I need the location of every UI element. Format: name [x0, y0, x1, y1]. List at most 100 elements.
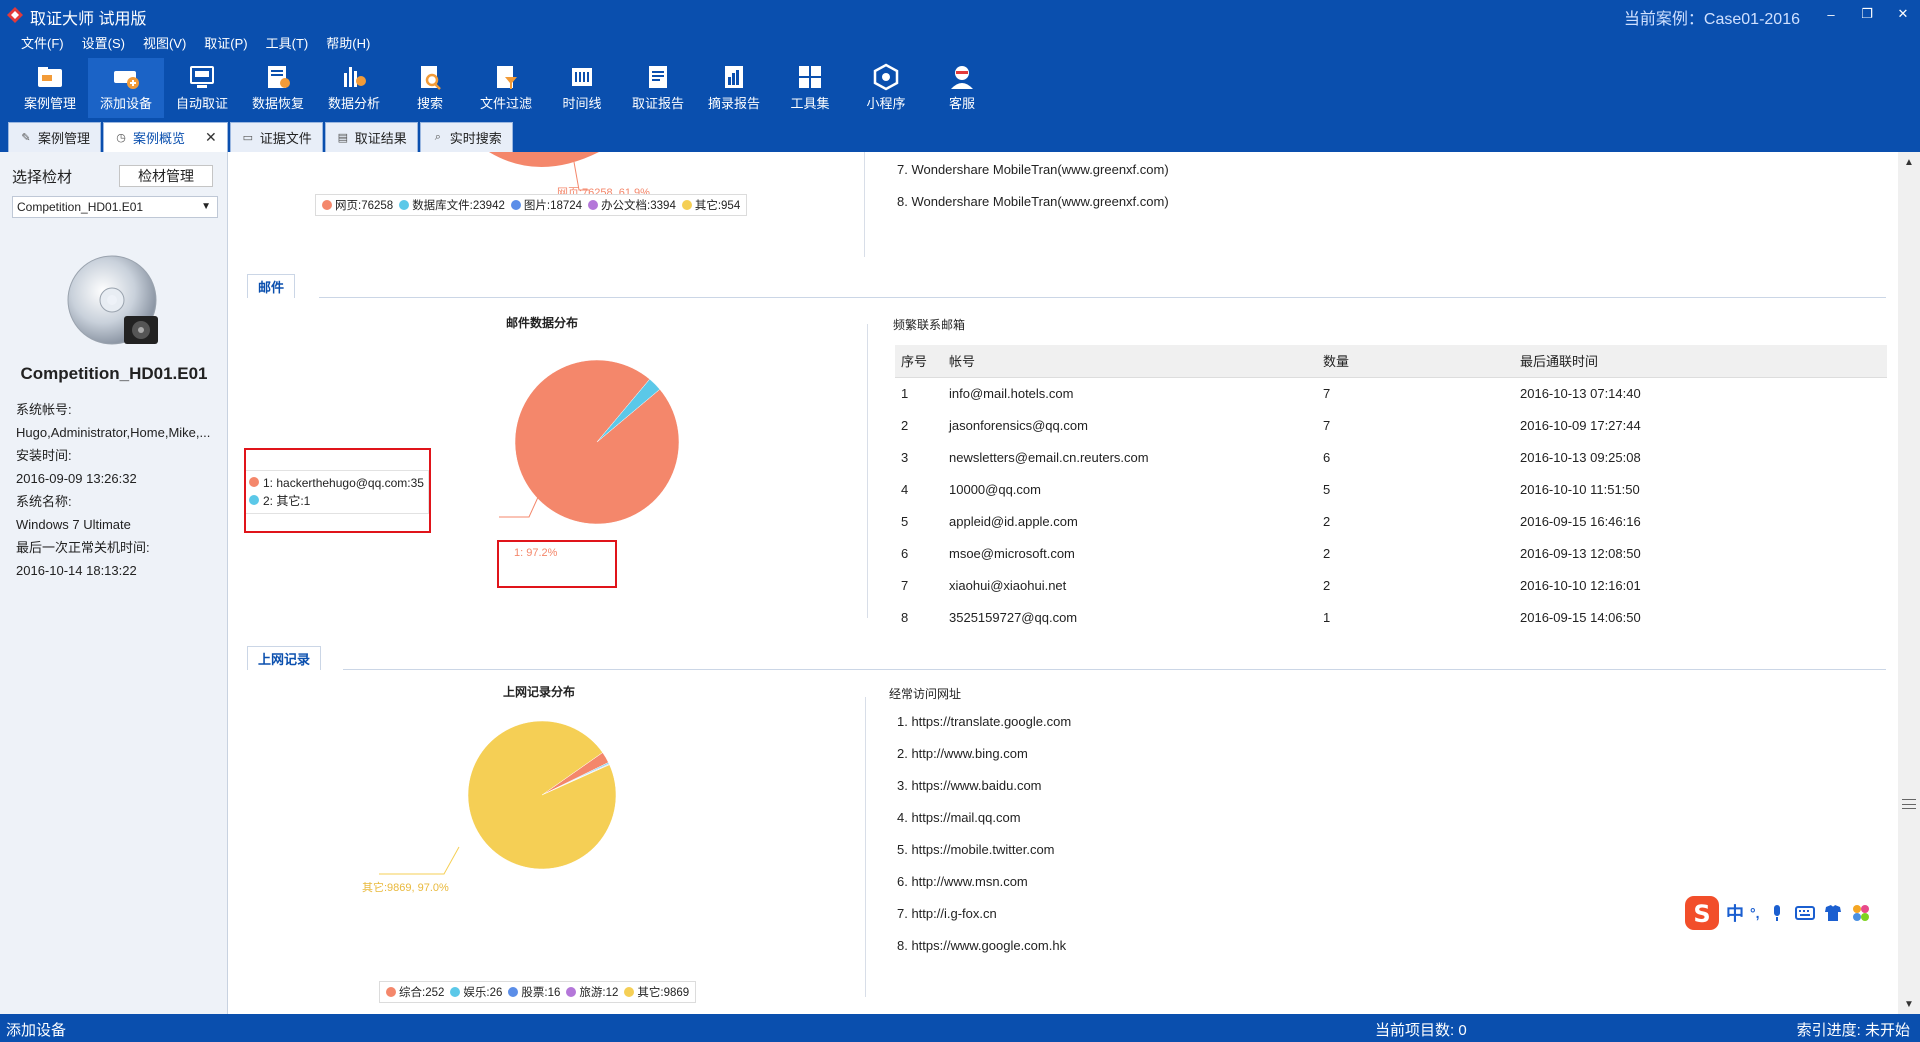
url-item[interactable]: 3. https://www.baidu.com: [897, 770, 1071, 802]
skin-icon[interactable]: [1822, 902, 1844, 924]
column-divider: [867, 324, 868, 618]
minimize-button[interactable]: –: [1820, 3, 1842, 25]
info-value: 2016-10-14 18:13:22: [16, 563, 137, 578]
toolbar-toolset-button[interactable]: 工具集: [772, 58, 848, 118]
ime-toolbar[interactable]: S 中 °,: [1684, 893, 1906, 933]
table-row[interactable]: 3 newsletters@email.cn.reuters.com 6 2016-1…: [895, 441, 1887, 473]
toolbar-add-device-button[interactable]: 添加设备: [88, 58, 164, 118]
results-icon: ▤: [337, 132, 348, 144]
toolbar-excerpt-report-button[interactable]: 摘录报告: [696, 58, 772, 118]
web-section-tab[interactable]: 上网记录: [247, 646, 322, 670]
table-row[interactable]: 2 jasonforensics@qq.com 7 2016-10-09 17:27:…: [895, 409, 1887, 441]
evidence-manage-button[interactable]: 检材管理: [119, 165, 213, 187]
url-item[interactable]: 1. https://translate.google.com: [897, 706, 1071, 738]
toolbar-data-recovery-button[interactable]: 数据恢复: [240, 58, 316, 118]
menu-view[interactable]: 视图(V): [134, 30, 195, 58]
tab-close-icon[interactable]: ✕: [205, 129, 217, 146]
table-row[interactable]: 6 msoe@microsoft.com 2 2016-09-13 12:08:50: [895, 537, 1887, 569]
tab-label: 实时搜索: [449, 131, 502, 146]
toolbar-label: 添加设备: [99, 96, 152, 111]
tab-forensics-results[interactable]: ▤ 取证结果: [324, 122, 418, 152]
menu-forensics[interactable]: 取证(P): [195, 30, 256, 58]
toolbar-label: 数据恢复: [251, 96, 304, 111]
legend-item: 娱乐:26: [450, 984, 502, 1000]
case-overview-content[interactable]: 网页:76258, 61.9% 网页:76258 数据库文件:23942 图片:…: [229, 152, 1898, 1014]
web-pie-slice-label: 其它:9869, 97.0%: [362, 882, 449, 894]
table-row[interactable]: 1 info@mail.hotels.com 7 2016-10-13 07:14:4…: [895, 377, 1887, 409]
tab-case-overview[interactable]: ◷ 案例概览 ✕: [103, 122, 228, 152]
url-item[interactable]: 2. http://www.bing.com: [897, 738, 1071, 770]
toolbar-auto-forensics-button[interactable]: 自动取证: [164, 58, 240, 118]
column-header[interactable]: 数量: [1317, 345, 1514, 378]
disk-image-icon: [67, 255, 158, 345]
tab-realtime-search[interactable]: ⌕ 实时搜索: [419, 122, 513, 152]
apps-grid-icon[interactable]: [1850, 902, 1872, 924]
ime-punct-label[interactable]: °,: [1750, 905, 1760, 921]
toolbar-miniprogram-button[interactable]: 小程序: [848, 58, 924, 118]
search-icon: [421, 66, 441, 90]
frequent-mail-table: 序号 帐号 数量 最后通联时间 1 info@mail.hotels.com 7 20…: [895, 345, 1887, 633]
info-value: Hugo,Administrator,Home,Mike,...: [16, 425, 211, 440]
tab-label: 取证结果: [354, 131, 407, 146]
legend-item: 其它:954: [681, 197, 740, 213]
toolbar-label: 搜索: [416, 96, 443, 111]
toolbar-case-management-button[interactable]: 案例管理: [12, 58, 88, 118]
table-row[interactable]: 5 appleid@id.apple.com 2 2016-09-15 16:46:1…: [895, 505, 1887, 537]
select-evidence-label: 选择检材: [12, 169, 73, 186]
toolbar-data-analysis-button[interactable]: 数据分析: [316, 58, 392, 118]
pie-label-leader: [379, 846, 460, 875]
web-list-title: 经常访问网址: [889, 687, 962, 701]
column-header[interactable]: 最后通联时间: [1514, 345, 1887, 378]
toolbar-search-button[interactable]: 搜索: [392, 58, 468, 118]
list-item: 7. Wondershare MobileTran(www.greenxf.co…: [897, 162, 1169, 177]
legend-item: 其它:9869: [624, 984, 689, 1000]
pie-label-leader: [499, 494, 540, 518]
url-item[interactable]: 6. http://www.msn.com: [897, 866, 1071, 898]
system-info: 系统帐号: Hugo,Administrator,Home,Mike,... 安…: [16, 398, 226, 582]
miniprogram-icon: [873, 63, 899, 91]
toolbar-label: 取证报告: [631, 96, 684, 111]
tab-label: 证据文件: [259, 131, 312, 146]
toolbar-label: 自动取证: [175, 96, 228, 111]
menu-tools[interactable]: 工具(T): [257, 30, 318, 58]
top-pie-slice: [489, 152, 599, 167]
toolbar-file-filter-button[interactable]: 文件过滤: [468, 58, 544, 118]
data-analysis-icon: [344, 67, 366, 87]
microphone-icon[interactable]: [1766, 902, 1788, 924]
url-item[interactable]: 7. http://i.g-fox.cn: [897, 898, 1071, 930]
evidence-select[interactable]: Competition_HD01.E01 ▼: [12, 196, 218, 218]
toolbar-forensics-report-button[interactable]: 取证报告: [620, 58, 696, 118]
scroll-up-icon[interactable]: ▲: [1898, 152, 1920, 172]
tab-case-management[interactable]: ✎ 案例管理: [8, 122, 102, 152]
web-pie-chart: [379, 720, 617, 875]
url-item[interactable]: 4. https://mail.qq.com: [897, 802, 1071, 834]
column-header[interactable]: 序号: [895, 345, 943, 378]
file-filter-icon: [497, 66, 517, 89]
scroll-down-icon[interactable]: ▼: [1898, 994, 1920, 1014]
url-item[interactable]: 5. https://mobile.twitter.com: [897, 834, 1071, 866]
mail-section-tab[interactable]: 邮件: [247, 274, 296, 298]
vertical-scrollbar[interactable]: ▲ ▼: [1898, 152, 1920, 1014]
chevron-down-icon: ▼: [201, 201, 211, 212]
menu-settings[interactable]: 设置(S): [73, 30, 134, 58]
menu-file[interactable]: 文件(F): [12, 30, 73, 58]
toolbar-customer-service-button[interactable]: 客服: [924, 58, 1000, 118]
menu-bar: 文件(F) 设置(S) 视图(V) 取证(P) 工具(T) 帮助(H): [0, 30, 1920, 58]
tab-label: 案例概览: [133, 131, 186, 146]
table-row[interactable]: 7 xiaohui@xiaohui.net 2 2016-10-10 12:16:01: [895, 569, 1887, 601]
toolbar-timeline-button[interactable]: 时间线: [544, 58, 620, 118]
ime-mode-label[interactable]: 中: [1726, 900, 1744, 926]
pie-slice-5[interactable]: [467, 720, 617, 870]
table-row[interactable]: 8 3525159727@qq.com 1 2016-09-15 14:06:50: [895, 601, 1887, 633]
restore-button[interactable]: ❐: [1856, 3, 1878, 25]
column-header[interactable]: 帐号: [943, 345, 1317, 378]
menu-help[interactable]: 帮助(H): [317, 30, 379, 58]
tab-evidence-files[interactable]: ▭ 证据文件: [229, 122, 323, 152]
table-row[interactable]: 4 10000@qq.com 5 2016-10-10 11:51:50: [895, 473, 1887, 505]
scroll-grip-icon[interactable]: [1902, 799, 1916, 809]
app-title: 取证大师 试用版: [30, 11, 147, 28]
close-button[interactable]: ✕: [1892, 3, 1914, 25]
url-item[interactable]: 8. https://www.google.com.hk: [897, 930, 1071, 962]
legend-item: 股票:16: [508, 984, 560, 1000]
keyboard-icon[interactable]: [1794, 902, 1816, 924]
